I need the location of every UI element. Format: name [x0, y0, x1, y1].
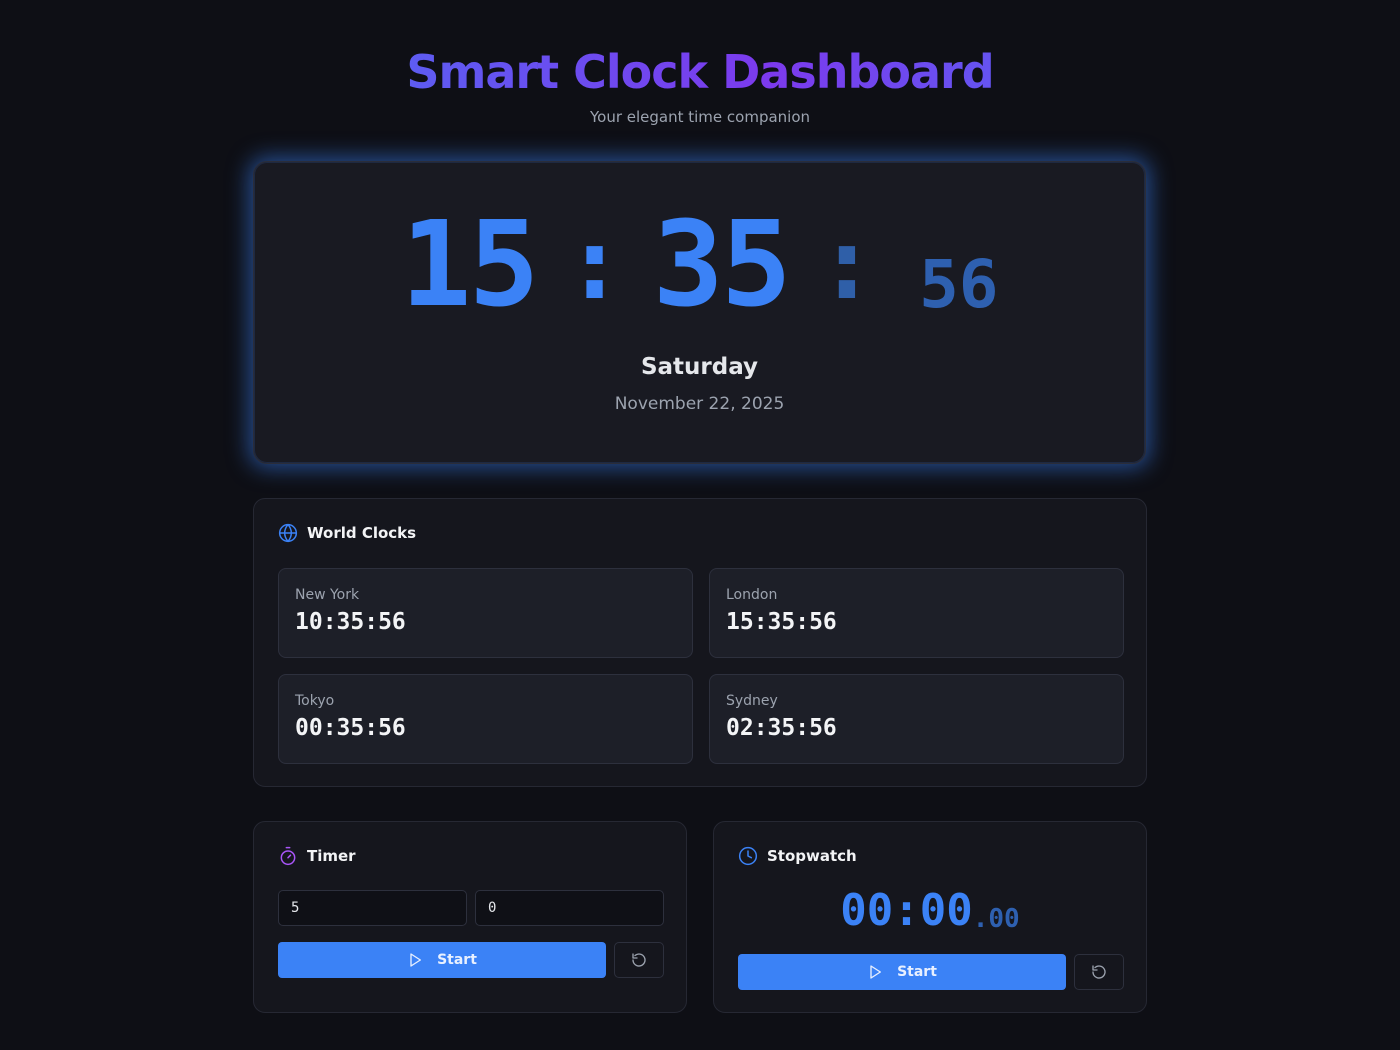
play-icon — [407, 952, 423, 968]
clock-seconds: 56 — [919, 246, 999, 323]
stopwatch-header: Stopwatch — [738, 846, 857, 866]
globe-icon — [278, 523, 298, 543]
timer-start-button[interactable]: Start — [278, 942, 606, 978]
city-name: Tokyo — [295, 693, 335, 709]
reset-icon — [1091, 964, 1107, 980]
play-icon — [867, 964, 883, 980]
full-date: November 22, 2025 — [614, 394, 785, 414]
stopwatch-panel: Stopwatch 00:00 .00 Start — [713, 821, 1147, 1013]
city-time: 10:35:56 — [295, 609, 406, 635]
timer-minutes-input[interactable] — [278, 890, 467, 926]
city-name: New York — [295, 587, 360, 603]
clock-minutes: 35 — [652, 195, 792, 333]
city-name: Sydney — [726, 693, 778, 709]
city-time: 02:35:56 — [726, 715, 837, 741]
world-clocks-title: World Clocks — [307, 524, 417, 542]
stopwatch-milliseconds: .00 — [972, 904, 1020, 934]
stopwatch-start-button[interactable]: Start — [738, 954, 1066, 990]
stopwatch-start-label: Start — [897, 964, 937, 980]
stopwatch-reset-button[interactable] — [1074, 954, 1124, 990]
clock-icon — [738, 846, 758, 866]
city-card-sydney: Sydney 02:35:56 — [709, 674, 1124, 764]
reset-icon — [631, 952, 647, 968]
timer-header: Timer — [278, 846, 356, 866]
timer-title: Timer — [307, 847, 356, 865]
stopwatch-title: Stopwatch — [767, 847, 857, 865]
main-clock-card: 15 : 35 : 56 Saturday November 22, 2025 — [253, 161, 1146, 464]
clock-hours: 15 — [400, 195, 539, 333]
stopwatch-display: 00:00 .00 — [714, 884, 1146, 938]
day-of-week: Saturday — [640, 354, 759, 380]
timer-icon — [278, 846, 298, 866]
timer-panel: Timer Start — [253, 821, 687, 1013]
clock-separator: : — [816, 205, 878, 322]
city-card-london: London 15:35:56 — [709, 568, 1124, 658]
city-name: London — [726, 587, 778, 603]
page-title: Smart Clock Dashboard — [0, 40, 1400, 104]
stopwatch-main-time: 00:00 — [840, 885, 973, 936]
clock-separator: : — [564, 205, 625, 322]
page-subtitle: Your elegant time companion — [589, 108, 811, 126]
header: Smart Clock Dashboard Your elegant time … — [0, 40, 1400, 126]
timer-reset-button[interactable] — [614, 942, 664, 978]
city-card-tokyo: Tokyo 00:35:56 — [278, 674, 693, 764]
city-time: 15:35:56 — [726, 609, 837, 635]
timer-seconds-input[interactable] — [475, 890, 664, 926]
timer-start-label: Start — [437, 952, 477, 968]
city-time: 00:35:56 — [295, 715, 406, 741]
world-clocks-panel: World Clocks New York 10:35:56 London 15… — [253, 498, 1147, 787]
world-clocks-header: World Clocks — [278, 523, 416, 543]
main-clock-display: 15 : 35 : 56 — [254, 204, 1145, 324]
city-card-new-york: New York 10:35:56 — [278, 568, 693, 658]
